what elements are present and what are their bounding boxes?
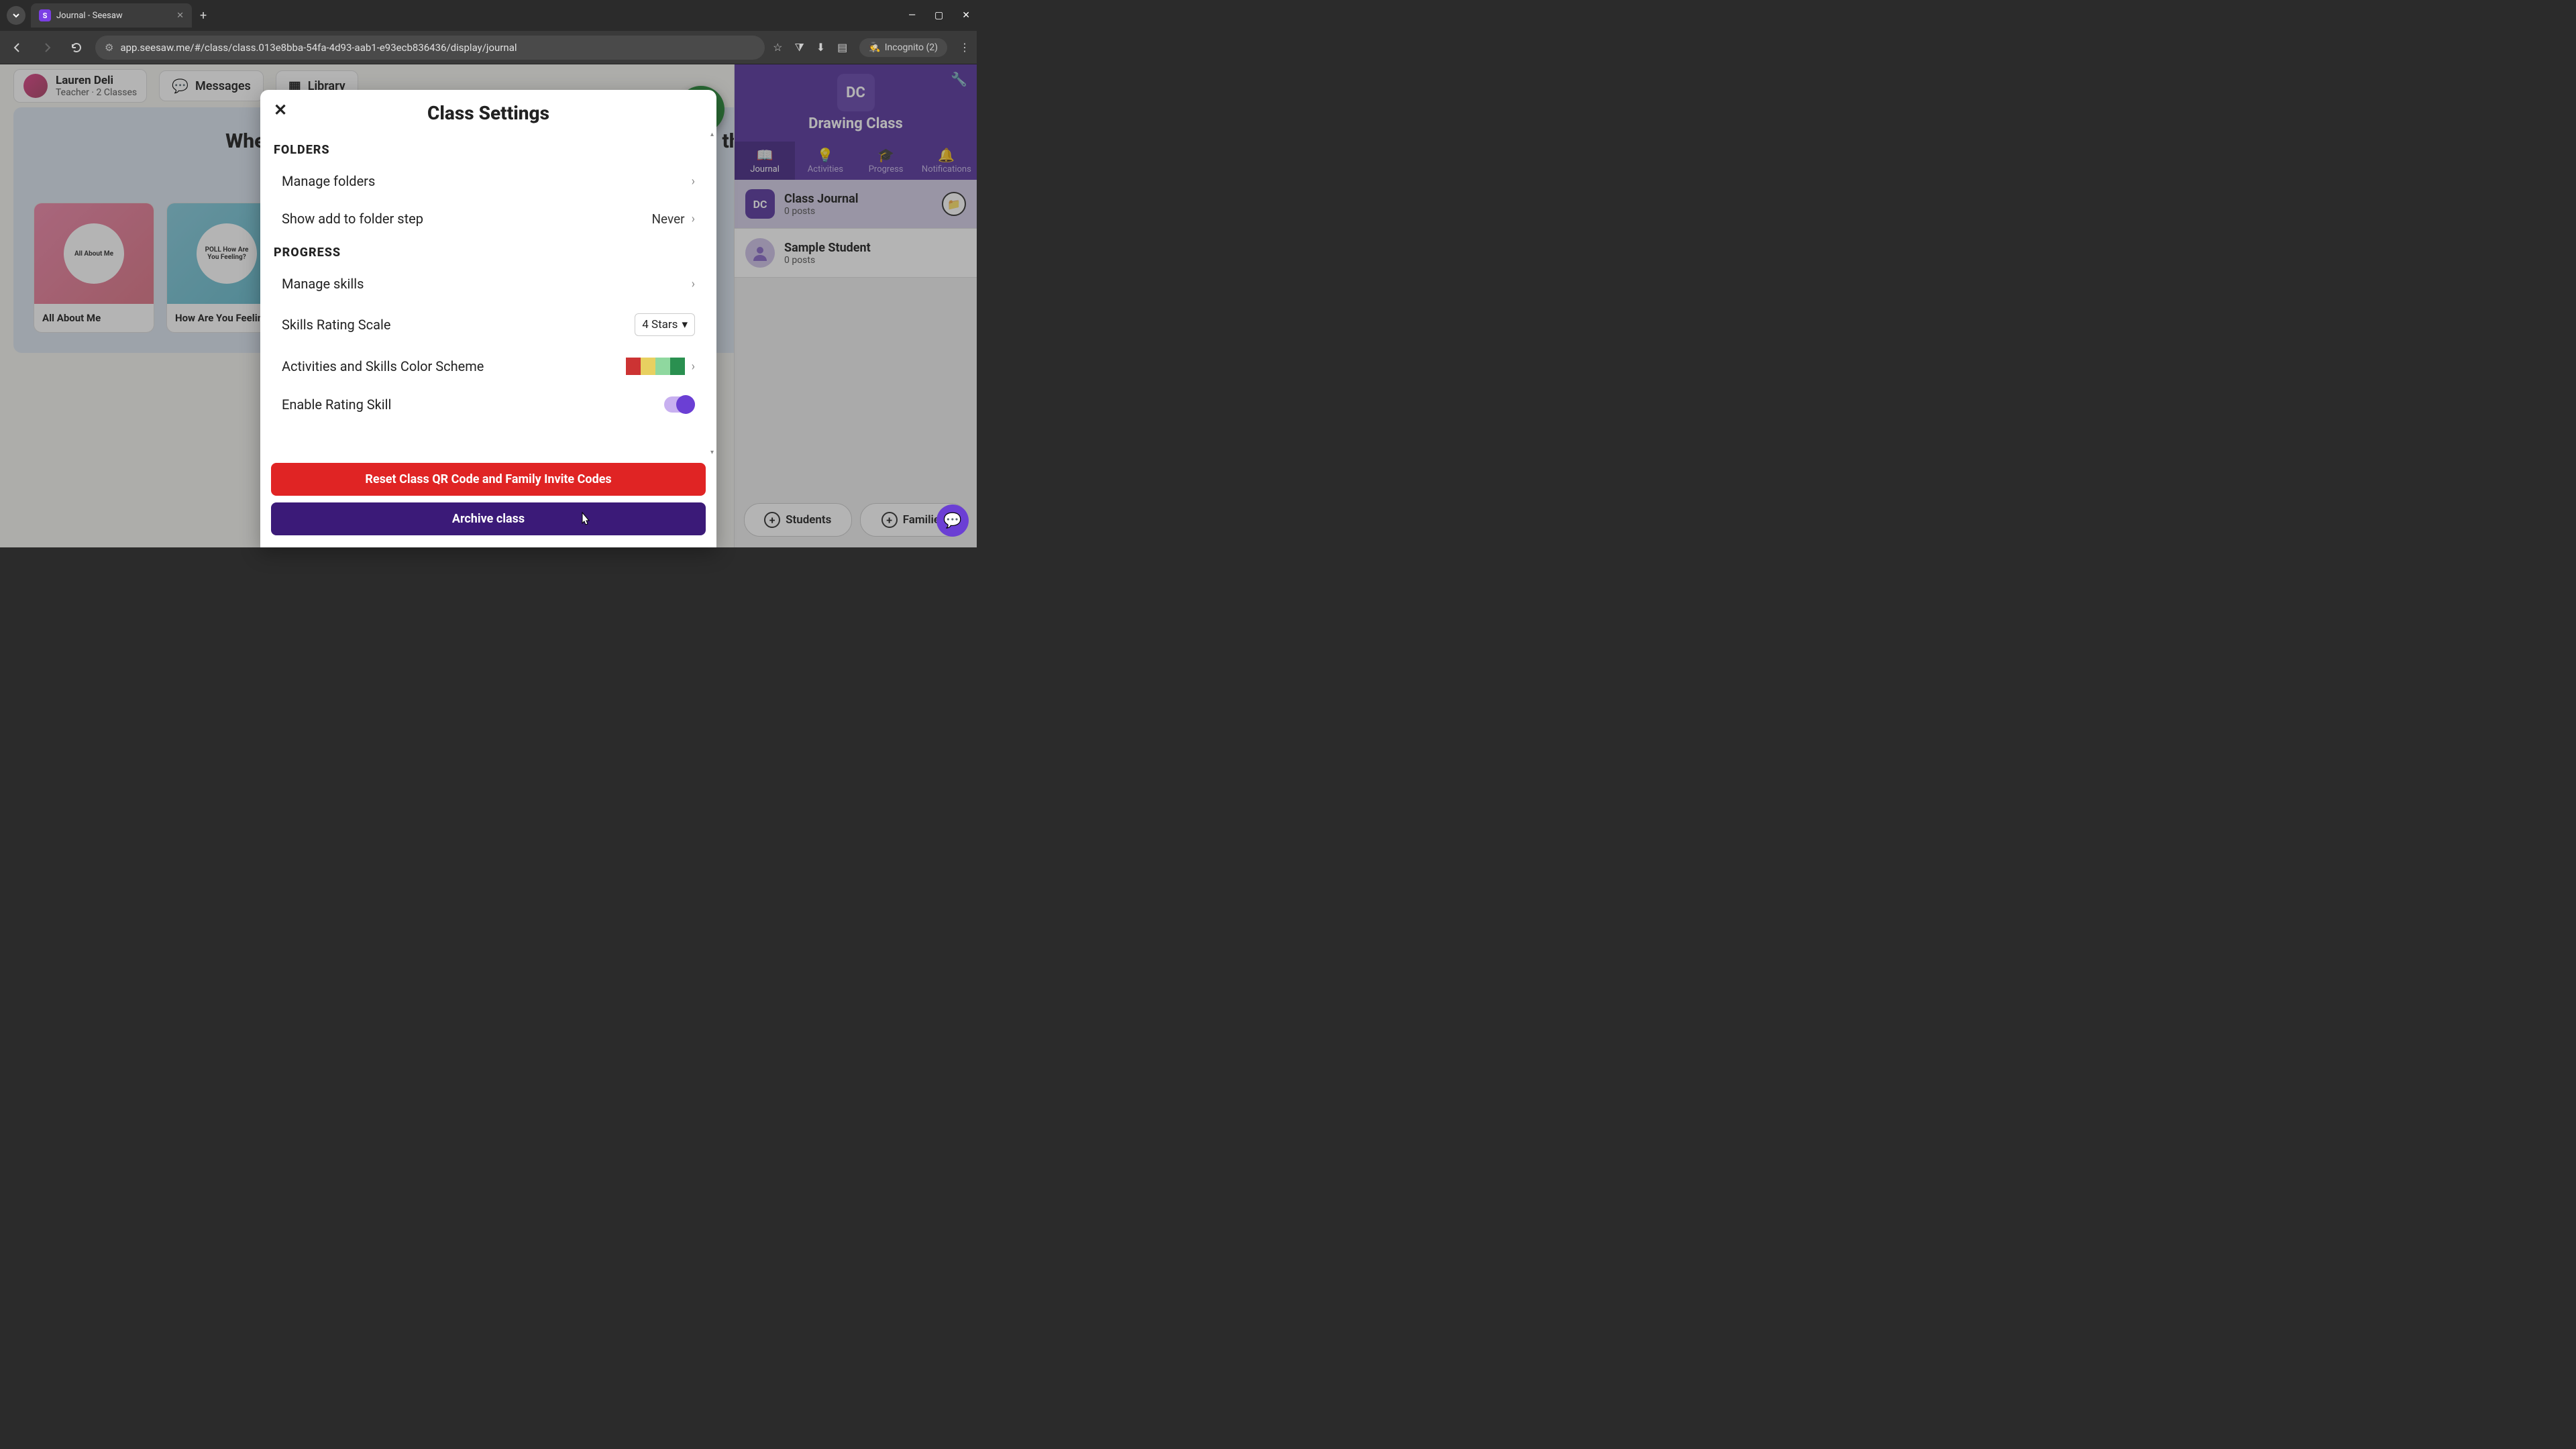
- class-settings-modal: ✕ Class Settings ▴ FOLDERS Manage folder…: [260, 90, 716, 547]
- incognito-indicator[interactable]: 🕵 Incognito (2): [859, 38, 947, 57]
- incognito-label: Incognito (2): [885, 42, 938, 53]
- progress-section-header: PROGRESS: [274, 246, 703, 260]
- download-icon[interactable]: ⬇: [816, 41, 825, 54]
- site-settings-icon[interactable]: ⚙: [105, 42, 113, 54]
- reader-icon[interactable]: ▤: [837, 41, 847, 54]
- url-text: app.seesaw.me/#/class/class.013e8bba-54f…: [120, 42, 517, 54]
- swatch-lightgreen: [655, 358, 670, 375]
- modal-scroll-area[interactable]: ▴ FOLDERS Manage folders › Show add to f…: [260, 129, 716, 458]
- chevron-right-icon: ›: [692, 174, 695, 189]
- browser-menu-icon[interactable]: ⋮: [959, 41, 970, 54]
- browser-tab[interactable]: S Journal - Seesaw ✕: [31, 3, 192, 28]
- show-add-folder-row[interactable]: Show add to folder step Never ›: [274, 200, 703, 237]
- manage-folders-label: Manage folders: [282, 173, 692, 189]
- color-swatches: [626, 358, 685, 375]
- manage-folders-row[interactable]: Manage folders ›: [274, 162, 703, 200]
- enable-rating-label: Enable Rating Skill: [282, 396, 664, 413]
- chevron-right-icon: ›: [692, 360, 695, 374]
- minimize-icon[interactable]: —: [908, 10, 916, 21]
- swatch-red: [626, 358, 641, 375]
- reset-codes-button[interactable]: Reset Class QR Code and Family Invite Co…: [271, 463, 706, 496]
- enable-rating-row: Enable Rating Skill: [274, 386, 703, 423]
- incognito-icon: 🕵: [869, 42, 880, 53]
- color-scheme-row[interactable]: Activities and Skills Color Scheme ›: [274, 347, 703, 386]
- forward-button[interactable]: [36, 37, 58, 58]
- chevron-right-icon: ›: [692, 212, 695, 226]
- swatch-green: [670, 358, 685, 375]
- scroll-up-icon[interactable]: ▴: [710, 131, 714, 138]
- archive-class-button[interactable]: Archive class: [271, 502, 706, 535]
- bookmark-icon[interactable]: ☆: [773, 41, 782, 54]
- modal-title: Class Settings: [276, 102, 700, 124]
- arrow-right-icon: [40, 41, 54, 54]
- address-bar[interactable]: ⚙ app.seesaw.me/#/class/class.013e8bba-5…: [95, 36, 765, 60]
- rating-scale-dropdown[interactable]: 4 Stars ▾: [635, 313, 695, 336]
- new-tab-button[interactable]: +: [200, 9, 207, 23]
- arrow-left-icon: [11, 41, 24, 54]
- caret-down-icon: ▾: [682, 318, 688, 331]
- reload-icon: [70, 41, 83, 54]
- extensions-icon[interactable]: ⧩: [794, 41, 804, 54]
- tab-search-dropdown[interactable]: [7, 6, 25, 25]
- chat-fab[interactable]: 💬: [936, 504, 969, 537]
- rating-scale-row[interactable]: Skills Rating Scale 4 Stars ▾: [274, 303, 703, 347]
- seesaw-favicon: S: [39, 9, 51, 21]
- swatch-yellow: [641, 358, 655, 375]
- close-modal-icon[interactable]: ✕: [274, 101, 287, 119]
- close-window-icon[interactable]: ✕: [962, 10, 970, 21]
- folders-section-header: FOLDERS: [274, 143, 703, 157]
- chevron-down-icon: [12, 11, 20, 19]
- chevron-right-icon: ›: [692, 277, 695, 291]
- color-scheme-label: Activities and Skills Color Scheme: [282, 358, 626, 374]
- show-add-folder-value: Never: [651, 211, 684, 227]
- chat-icon: 💬: [943, 513, 961, 529]
- maximize-icon[interactable]: ▢: [934, 10, 943, 21]
- reload-button[interactable]: [66, 37, 87, 58]
- toggle-knob: [676, 395, 695, 414]
- manage-skills-row[interactable]: Manage skills ›: [274, 265, 703, 303]
- show-add-folder-label: Show add to folder step: [282, 211, 651, 227]
- rating-scale-value: 4 Stars: [642, 318, 678, 331]
- rating-scale-label: Skills Rating Scale: [282, 317, 635, 333]
- tab-title: Journal - Seesaw: [56, 11, 123, 21]
- scroll-down-icon[interactable]: ▾: [710, 449, 714, 456]
- enable-rating-toggle[interactable]: [664, 396, 695, 413]
- close-tab-icon[interactable]: ✕: [176, 11, 184, 21]
- manage-skills-label: Manage skills: [282, 276, 692, 292]
- back-button[interactable]: [7, 37, 28, 58]
